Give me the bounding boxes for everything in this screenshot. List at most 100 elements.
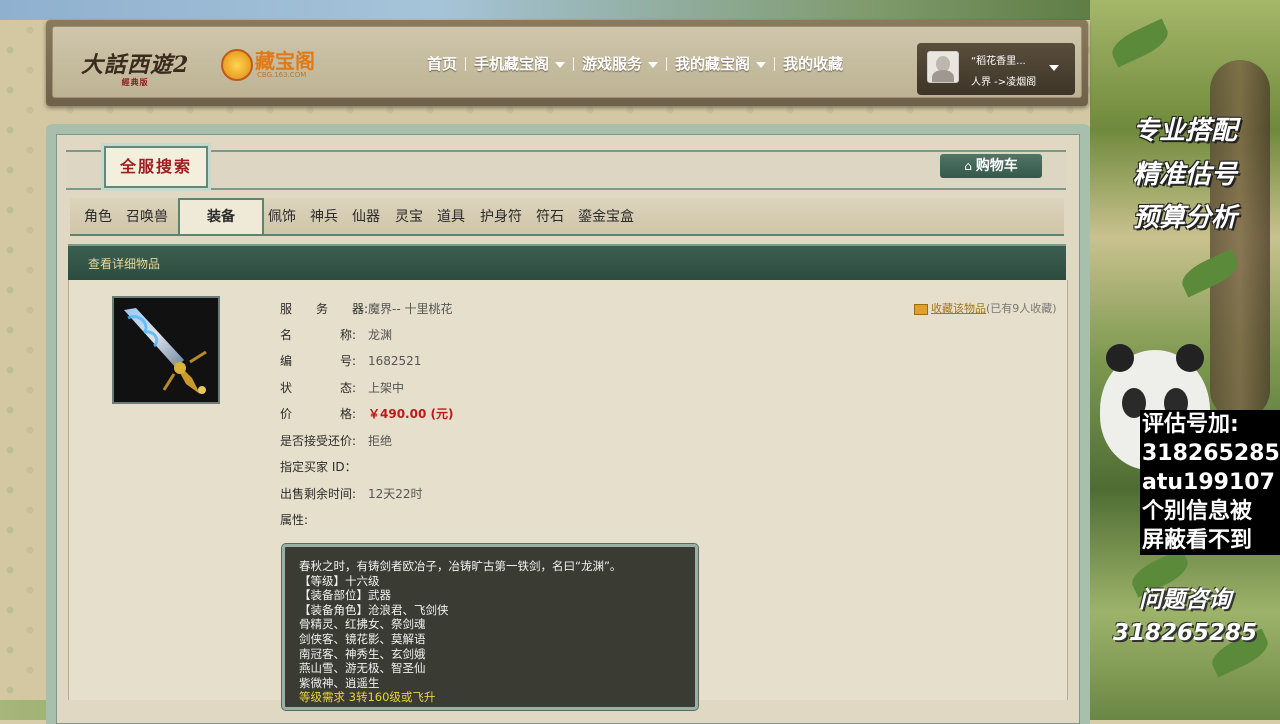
- tab-amulet[interactable]: 护身符: [480, 206, 522, 226]
- field-value: 拒绝: [368, 434, 393, 448]
- chevron-down-icon: [648, 61, 659, 68]
- user-name: “稻花香里...: [971, 56, 1026, 67]
- tab-accessory[interactable]: 佩饰: [268, 206, 296, 226]
- chevron-down-icon: [756, 61, 767, 68]
- nav-separator: [666, 56, 668, 71]
- game-logo[interactable]: 大話西遊2 經典版: [81, 47, 189, 88]
- tab-role[interactable]: 角色: [84, 206, 112, 226]
- field-label: 是否接受还价:: [280, 434, 357, 448]
- price-value: ￥490.00 (元): [368, 407, 454, 421]
- cart-label: 购物车: [975, 158, 1018, 174]
- detail-section-header: 查看详细物品: [68, 244, 1066, 282]
- tab-divine-weapon[interactable]: 神兵: [310, 206, 338, 226]
- field-status: 状 态: 上架中: [280, 379, 404, 396]
- attribute-line: 骨精灵、红拂女、祭剑魂: [299, 617, 426, 632]
- search-all-servers-title[interactable]: 全服搜索: [101, 143, 211, 191]
- attribute-line: 【装备部位】武器: [299, 588, 391, 603]
- cart-button[interactable]: ⌂ 购物车: [940, 154, 1042, 178]
- nav-separator: [774, 56, 776, 71]
- favorite-link[interactable]: 收藏该物品: [931, 302, 986, 315]
- promo-consult-number: 318265285: [1112, 620, 1258, 646]
- attribute-line: 燕山雪、游无极、智圣仙: [299, 661, 426, 676]
- field-label: 服 务 器:: [280, 302, 369, 316]
- field-time-left: 出售剩余时间: 12天22时: [280, 485, 423, 502]
- promo-contact-line: 屏蔽看不到: [1142, 528, 1253, 553]
- nav-home[interactable]: 首页: [419, 53, 465, 74]
- top-scenery: [0, 0, 1090, 20]
- field-value: 魔界-- 十里桃花: [368, 302, 453, 316]
- attribute-line: 剑侠客、镜花影、莫解语: [299, 631, 426, 646]
- nav-my-favorites[interactable]: 我的收藏: [775, 53, 851, 74]
- main-nav: 首页 手机藏宝阁 游戏服务 我的藏宝阁 我的收藏: [419, 53, 851, 74]
- field-label: 属性:: [280, 513, 309, 527]
- leaf-decoration: [1107, 18, 1173, 68]
- item-image: [112, 296, 220, 404]
- attribute-lines: 春秋之时，有铸剑者欧冶子，冶铸旷古第一铁剑，名曰“龙渊”。 【等级】十六级 【装备部…: [299, 559, 621, 705]
- promo-contact-line: 318265285: [1142, 441, 1280, 466]
- field-server: 服 务 器:魔界-- 十里桃花: [280, 300, 452, 317]
- nav-label: 我的藏宝阁: [675, 55, 751, 73]
- field-label: 名 称:: [280, 328, 357, 342]
- nav-separator: [465, 56, 467, 71]
- nav-mobile-cbg[interactable]: 手机藏宝阁: [466, 53, 573, 74]
- field-label: 状 态:: [280, 381, 357, 395]
- field-value: 上架中: [368, 381, 405, 395]
- tab-equipment[interactable]: 装备: [178, 198, 264, 234]
- chevron-down-icon: [555, 61, 566, 68]
- tab-summon-beast[interactable]: 召唤兽: [126, 206, 168, 226]
- attribute-line: 春秋之时，有铸剑者欧冶子，冶铸旷古第一铁剑，名曰“龙渊”。: [299, 559, 622, 573]
- section-title: 查看详细物品: [88, 257, 161, 271]
- nav-label: 手机藏宝阁: [474, 55, 550, 73]
- promo-contact-line: 评估号加:: [1142, 412, 1239, 437]
- field-label: 出售剩余时间:: [280, 487, 357, 501]
- field-value: 12天22时: [368, 487, 423, 501]
- promo-line: 精准估号: [1132, 160, 1237, 190]
- field-name: 名 称: 龙渊: [280, 326, 392, 343]
- nav-separator: [573, 56, 575, 71]
- attribute-line: 南冠客、神秀生、玄剑娥: [299, 646, 426, 661]
- site-header: 大話西遊2 經典版 藏宝阁 CBG.163.COM 首页 手机藏宝阁 游戏服务 …: [46, 20, 1088, 106]
- field-value: 1682521: [368, 354, 422, 368]
- tab-items[interactable]: 道具: [437, 206, 465, 226]
- tab-gilded-box[interactable]: 鎏金宝盒: [578, 206, 634, 226]
- sword-icon: [124, 308, 207, 394]
- search-bar: [66, 150, 1066, 190]
- attribute-line: 【装备角色】沧浪君、飞剑侠: [299, 602, 449, 617]
- nav-label: 首页: [427, 55, 458, 73]
- promo-line: 预算分析: [1132, 203, 1237, 233]
- item-attributes-panel: 春秋之时，有铸剑者欧冶子，冶铸旷古第一铁剑，名曰“龙渊”。 【等级】十六级 【装备部…: [281, 543, 699, 711]
- promo-consult-label: 问题咨询: [1139, 587, 1231, 613]
- attribute-line: 紫微神、逍遥生: [299, 675, 380, 690]
- tab-spirit-treasure[interactable]: 灵宝: [395, 206, 423, 226]
- nav-label: 我的收藏: [783, 55, 844, 73]
- field-label: 价 格:: [280, 407, 357, 421]
- nav-game-services[interactable]: 游戏服务: [574, 53, 666, 74]
- attribute-line: 等级需求 3转160级或飞升: [299, 690, 436, 705]
- field-label: 编 号:: [280, 354, 357, 368]
- cbg-logo-text: 藏宝阁: [255, 49, 315, 73]
- folder-icon: [914, 303, 928, 315]
- cart-icon: ⌂: [964, 159, 972, 173]
- field-price: 价 格: ￥490.00 (元): [280, 405, 453, 422]
- avatar: [927, 51, 959, 83]
- promo-contact-line: 个别信息被: [1142, 499, 1253, 524]
- cbg-domain: CBG.163.COM: [257, 71, 307, 79]
- field-attributes: 属性:: [280, 511, 368, 528]
- field-buyer-id: 指定买家 ID：: [280, 458, 368, 475]
- attribute-line: 【等级】十六级: [299, 573, 380, 588]
- promo-contact-box: 评估号加: 318265285 atu199107 个别信息被 屏蔽看不到: [1140, 410, 1280, 555]
- favorite-count: (已有9人收藏): [986, 302, 1057, 315]
- header-inner: 大話西遊2 經典版 藏宝阁 CBG.163.COM 首页 手机藏宝阁 游戏服务 …: [52, 26, 1082, 98]
- nav-my-cbg[interactable]: 我的藏宝阁: [667, 53, 774, 74]
- field-id: 编 号: 1682521: [280, 352, 421, 369]
- tab-immortal-artifact[interactable]: 仙器: [352, 206, 380, 226]
- nav-label: 游戏服务: [582, 55, 643, 73]
- field-value: 龙渊: [368, 328, 393, 342]
- user-menu[interactable]: “稻花香里... 人界 ->凌烟阁: [917, 43, 1075, 95]
- user-server: 人界 ->凌烟阁: [971, 77, 1037, 88]
- tab-rune-stone[interactable]: 符石: [536, 206, 564, 226]
- coin-icon: [221, 49, 253, 81]
- promo-contact-line: atu199107: [1142, 470, 1275, 495]
- game-logo-text: 大話西遊2: [81, 52, 190, 78]
- category-tabs: 角色 召唤兽 装备 佩饰 神兵 仙器 灵宝 道具 护身符 符石 鎏金宝盒: [70, 198, 1064, 236]
